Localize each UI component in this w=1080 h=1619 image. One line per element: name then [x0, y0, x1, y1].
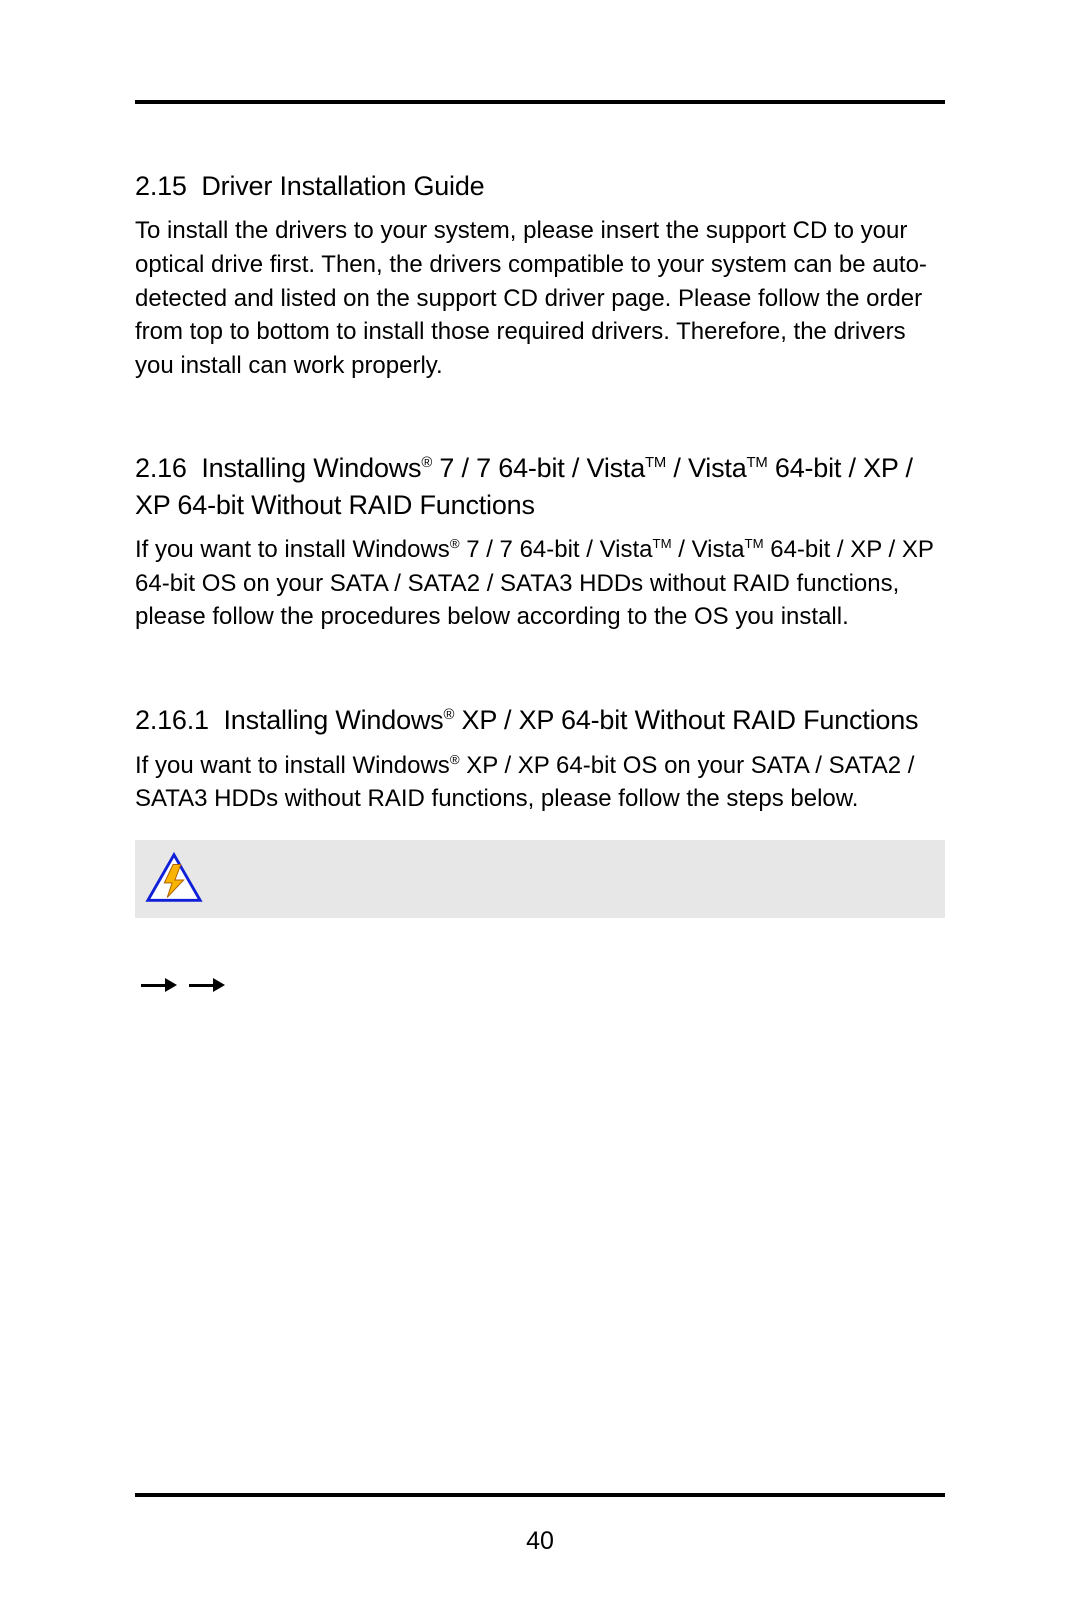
body-frag: 7 / 7 64-bit / Vista: [460, 536, 653, 563]
arrow-icon: [141, 978, 177, 992]
tm-symbol: TM: [745, 536, 764, 551]
tm-symbol: TM: [653, 536, 672, 551]
title-frag: Installing Windows: [223, 705, 443, 735]
tm-symbol: TM: [645, 455, 666, 471]
registered-symbol: ®: [450, 752, 460, 767]
section-number: 2.16.1: [135, 705, 209, 735]
registered-symbol: ®: [421, 455, 432, 471]
rule-bottom: [135, 1493, 945, 1497]
body-2-16-1: If you want to install Windows® XP / XP …: [135, 749, 945, 816]
section-title: Driver Installation Guide: [201, 171, 484, 201]
body-frag: / Vista: [672, 536, 745, 563]
rule-top: [135, 100, 945, 104]
title-frag: XP / XP 64-bit Without RAID Functions: [454, 705, 918, 735]
title-frag: 7 / 7 64-bit / Vista: [432, 453, 645, 483]
body-frag: If you want to install Windows: [135, 536, 450, 563]
heading-2-16-1: 2.16.1 Installing Windows® XP / XP 64-bi…: [135, 702, 945, 738]
section-number: 2.15: [135, 171, 187, 201]
arrow-icon: [189, 978, 225, 992]
step-1a: [135, 968, 945, 1002]
page-number: 40: [0, 1524, 1080, 1559]
lightning-warning-icon: [145, 850, 203, 908]
registered-symbol: ®: [443, 707, 454, 723]
note-box: [135, 840, 945, 918]
page: 2.15 Driver Installation Guide To instal…: [0, 0, 1080, 1619]
body-frag: If you want to install Windows: [135, 752, 450, 779]
title-frag: Installing Windows: [201, 453, 421, 483]
section-number: 2.16: [135, 453, 187, 483]
heading-2-16: 2.16 Installing Windows® 7 / 7 64-bit / …: [135, 450, 945, 523]
registered-symbol: ®: [450, 536, 460, 551]
tm-symbol: TM: [747, 455, 768, 471]
title-frag: / Vista: [666, 453, 746, 483]
heading-2-15: 2.15 Driver Installation Guide: [135, 168, 945, 204]
body-2-16: If you want to install Windows® 7 / 7 64…: [135, 533, 945, 634]
body-2-15: To install the drivers to your system, p…: [135, 214, 945, 382]
